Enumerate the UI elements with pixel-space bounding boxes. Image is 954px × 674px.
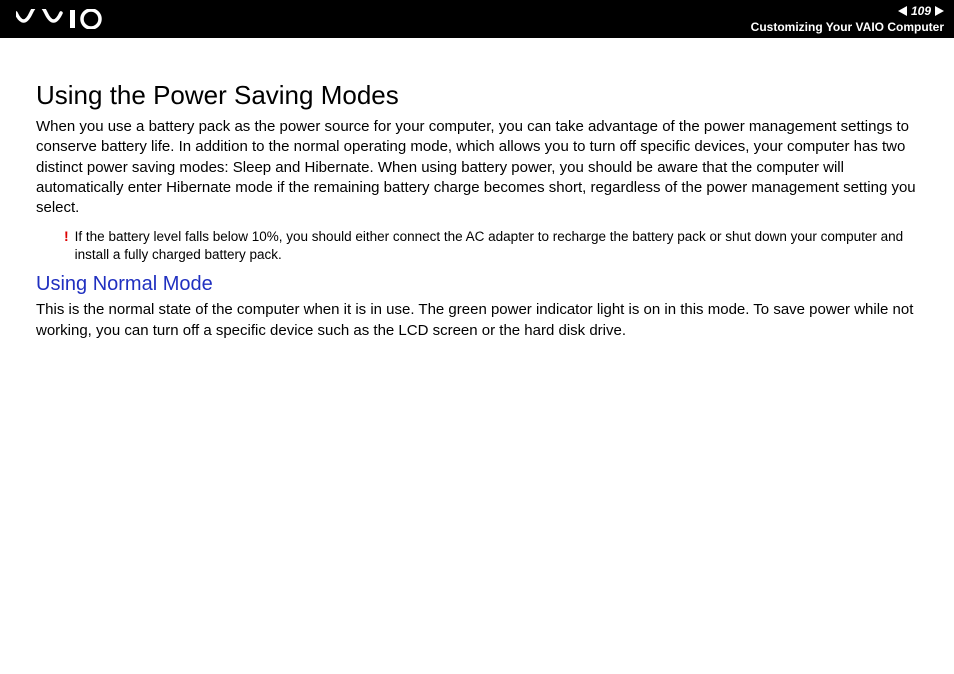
header-nav: 109 Customizing Your VAIO Computer xyxy=(751,4,944,34)
vaio-logo-svg xyxy=(16,9,116,29)
nav-prev-icon[interactable] xyxy=(898,6,907,16)
sub-body: This is the normal state of the computer… xyxy=(36,300,928,341)
warning-icon: ! xyxy=(64,229,69,243)
vaio-logo xyxy=(16,0,116,38)
section-title: Customizing Your VAIO Computer xyxy=(751,20,944,34)
page-header: 109 Customizing Your VAIO Computer xyxy=(0,0,954,38)
page-number-nav: 109 xyxy=(898,4,944,18)
intro-paragraph: When you use a battery pack as the power… xyxy=(36,117,928,218)
page-number: 109 xyxy=(911,4,931,18)
page-title: Using the Power Saving Modes xyxy=(36,80,928,111)
nav-next-icon[interactable] xyxy=(935,6,944,16)
warning-text: If the battery level falls below 10%, yo… xyxy=(75,228,928,263)
subheading: Using Normal Mode xyxy=(36,273,928,296)
warning-callout: ! If the battery level falls below 10%, … xyxy=(64,228,928,263)
page-content: Using the Power Saving Modes When you us… xyxy=(0,38,954,341)
